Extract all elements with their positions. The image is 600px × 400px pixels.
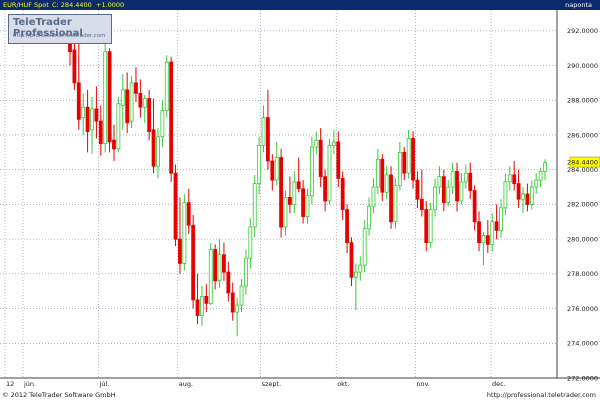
candle-up xyxy=(182,194,187,271)
x-tick-label: okt. xyxy=(337,380,349,388)
candle-up xyxy=(393,178,398,229)
x-tick-label: jún. xyxy=(23,380,36,388)
y-tick-label: 280.0000 xyxy=(567,235,598,243)
y-tick-label: 276.0000 xyxy=(567,305,598,313)
chart-header: EUR/HUF Spot C: 284.4400 +1.0000 naponta xyxy=(0,0,600,10)
x-tick-label: júl. xyxy=(99,380,110,388)
candle-up xyxy=(428,202,433,248)
logo-url: http://professional.teletrader.com xyxy=(13,33,106,39)
x-tick-label: szept. xyxy=(262,380,282,388)
candle-down xyxy=(191,214,196,309)
candle-down xyxy=(107,48,112,153)
period-label: naponta xyxy=(565,1,592,9)
last-price-marker: 284.4400 xyxy=(567,156,600,168)
x-tick-label: aug. xyxy=(179,380,193,388)
candle-up xyxy=(164,55,169,118)
candle-down xyxy=(173,164,178,247)
candle-down xyxy=(389,166,393,229)
y-tick-label: 278.0000 xyxy=(567,270,598,278)
x-tick-label: 12 xyxy=(6,380,14,388)
y-tick-label: 292.0000 xyxy=(567,27,598,35)
candle-down xyxy=(169,56,174,182)
footer-url-link[interactable]: http://professional.teletrader.com xyxy=(487,391,596,399)
candle-up xyxy=(103,42,108,153)
close-price-label: C: 284.4400 xyxy=(52,1,92,9)
copyright-text: © 2012 TeleTrader Software GmbH xyxy=(2,391,116,399)
teletrader-logo: TeleTrader Professional http://professio… xyxy=(8,14,112,44)
symbol-label: EUR/HUF Spot xyxy=(3,1,49,9)
candle-down xyxy=(279,148,284,238)
price-chart: 272.0000 274.0000 276.0000 278.0000 280.0000… xyxy=(0,0,600,400)
last-price-label: 284.4400 xyxy=(567,158,598,166)
change-label: +1.0000 xyxy=(96,1,125,9)
y-tick-label: 282.0000 xyxy=(567,201,598,209)
y-tick-label: 290.0000 xyxy=(567,62,598,70)
y-tick-label: 272.0000 xyxy=(567,374,598,382)
candle-up xyxy=(208,242,213,306)
y-tick-label: 286.0000 xyxy=(567,131,598,139)
x-tick-label: dec. xyxy=(492,380,506,388)
x-tick-label: nov. xyxy=(416,380,430,388)
candle-up xyxy=(116,96,121,153)
y-tick-label: 274.0000 xyxy=(567,340,598,348)
y-tick-label: 288.0000 xyxy=(567,97,598,105)
chart-window: 272.0000 274.0000 276.0000 278.0000 280.0000… xyxy=(0,0,600,400)
candle-up xyxy=(129,75,134,129)
candle-down xyxy=(411,131,415,189)
candle-up xyxy=(309,136,314,205)
candle-up xyxy=(327,138,332,205)
